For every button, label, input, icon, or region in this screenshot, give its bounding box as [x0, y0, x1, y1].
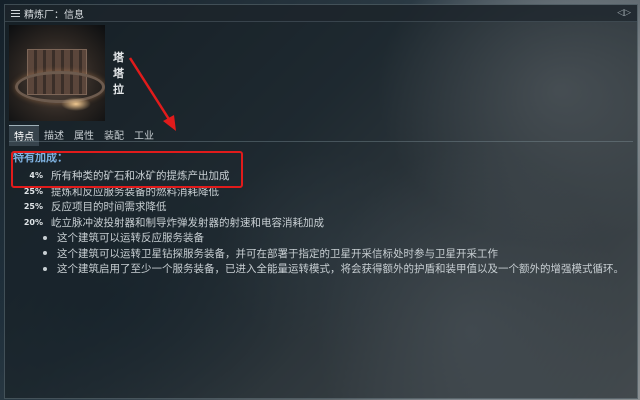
annotation-arrow — [128, 57, 176, 131]
